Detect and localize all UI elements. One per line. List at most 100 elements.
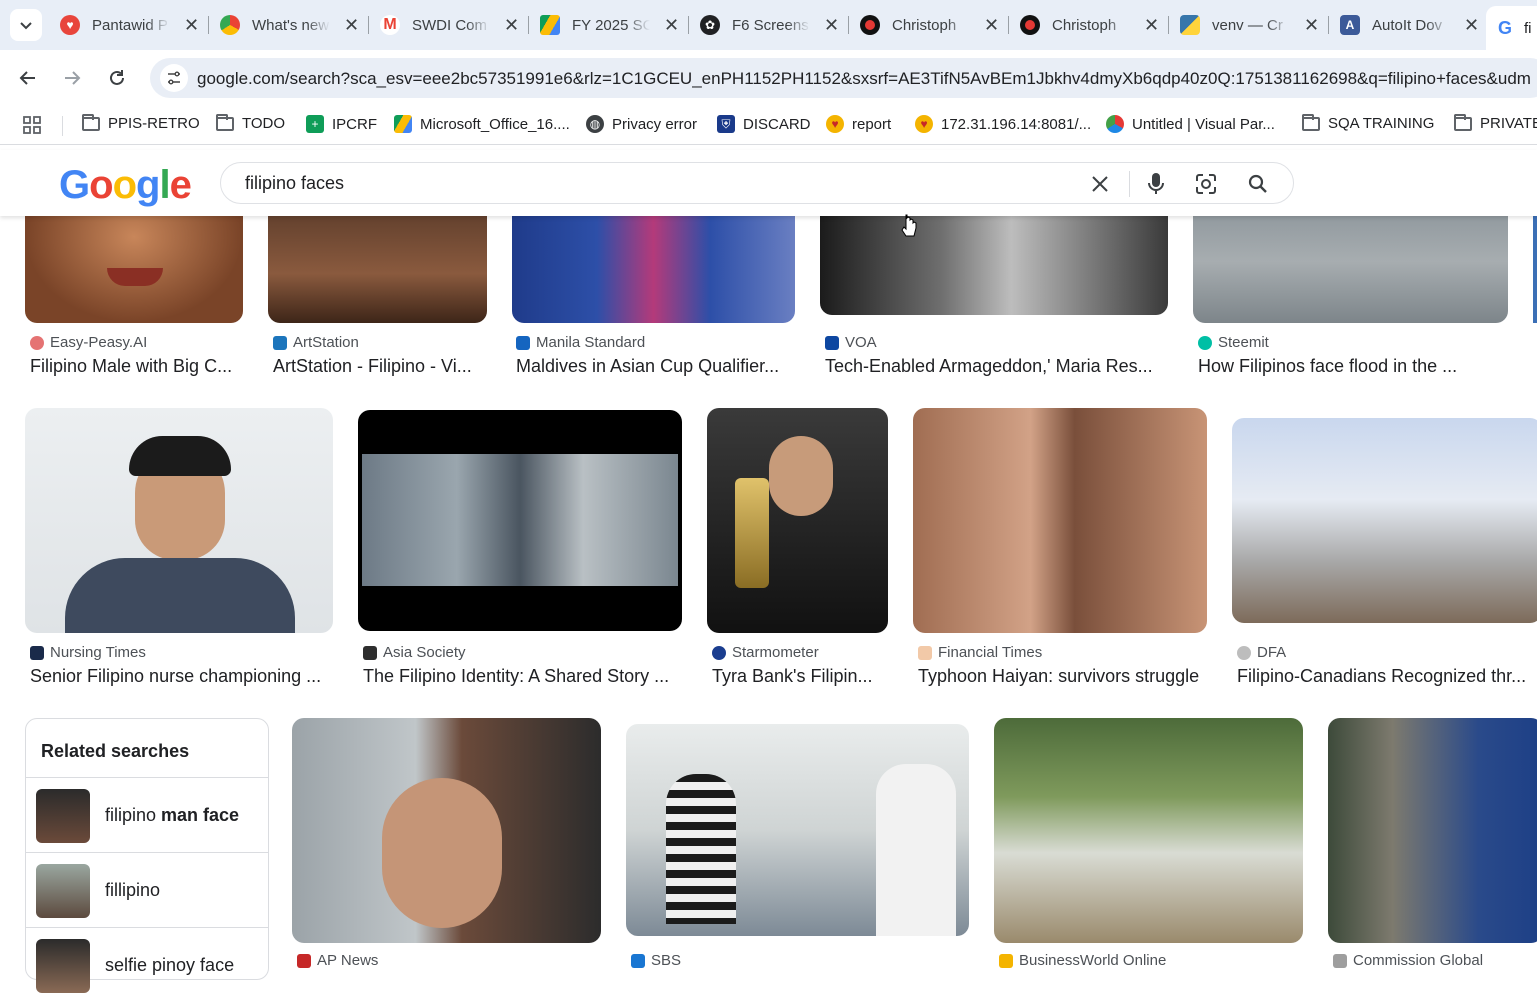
image-result[interactable] (512, 200, 795, 323)
close-icon[interactable]: ✕ (184, 15, 199, 36)
result-caption[interactable]: Tech-Enabled Armageddon,' Maria Res... (825, 356, 1170, 377)
result-source[interactable]: Steemit (1198, 334, 1269, 351)
result-source[interactable]: Asia Society (363, 644, 466, 661)
tab-title: FY 2025 SC (572, 16, 650, 34)
bookmark-privacy-error[interactable]: ◍ Privacy error (586, 115, 697, 133)
image-result[interactable] (913, 408, 1207, 633)
tab-5[interactable]: Christoph ✕ (860, 8, 1010, 42)
result-caption[interactable]: The Filipino Identity: A Shared Story ..… (363, 666, 683, 687)
close-icon[interactable]: ✕ (1144, 15, 1159, 36)
result-caption[interactable]: Tyra Bank's Filipin... (712, 666, 890, 687)
drive-icon (540, 15, 560, 35)
image-result[interactable] (292, 718, 601, 943)
address-bar[interactable]: google.com/search?sca_esv=eee2bc57351991… (150, 58, 1537, 98)
bookmark-microsoft-office[interactable]: Microsoft_Office_16.... (394, 115, 570, 133)
image-result[interactable] (1533, 200, 1537, 323)
tab-1[interactable]: What's new ✕ (220, 8, 370, 42)
close-icon[interactable]: ✕ (504, 15, 519, 36)
tab-title: Christoph (892, 16, 957, 34)
close-icon[interactable]: ✕ (1464, 15, 1479, 36)
bookmark-sqa-training[interactable]: SQA TRAINING (1302, 113, 1434, 132)
record-icon (1020, 15, 1040, 35)
related-search-item[interactable]: selfie pinoy face (26, 927, 268, 1003)
close-icon[interactable]: ✕ (664, 15, 679, 36)
image-search-button[interactable] (1193, 171, 1219, 197)
tab-7[interactable]: venv — Cr ✕ (1180, 8, 1330, 42)
bookmark-ipcrf[interactable]: + IPCRF (306, 115, 377, 133)
bookmark-visual-paradigm[interactable]: Untitled | Visual Par... (1106, 115, 1275, 133)
result-caption[interactable]: Maldives in Asian Cup Qualifier... (516, 356, 796, 377)
image-result[interactable] (707, 408, 888, 633)
result-caption[interactable]: How Filipinos face flood in the ... (1198, 356, 1508, 377)
tab-0[interactable]: ♥ Pantawid P ✕ (60, 8, 210, 42)
image-result[interactable] (25, 408, 333, 633)
close-icon[interactable]: ✕ (984, 15, 999, 36)
source-label: Manila Standard (536, 334, 646, 351)
clear-search-button[interactable] (1087, 171, 1113, 197)
result-source[interactable]: Easy-Peasy.AI (30, 334, 147, 351)
result-caption[interactable]: ArtStation - Filipino - Vi... (273, 356, 488, 377)
tab-8[interactable]: A AutoIt Dov ✕ (1340, 8, 1479, 42)
search-box[interactable]: filipino faces (220, 162, 1294, 204)
tab-4[interactable]: ✿ F6 Screens ✕ (700, 8, 850, 42)
image-result[interactable] (25, 200, 243, 323)
apps-button[interactable] (22, 115, 42, 135)
image-result[interactable] (1193, 200, 1508, 323)
related-search-item[interactable]: filipino man face (26, 777, 268, 853)
close-icon[interactable]: ✕ (824, 15, 839, 36)
related-search-item[interactable]: fillipino (26, 852, 268, 928)
image-result[interactable] (268, 200, 487, 323)
result-source[interactable]: Starmometer (712, 644, 819, 661)
image-result[interactable] (820, 200, 1168, 315)
tab-title: What's new (252, 16, 330, 34)
result-source[interactable]: Nursing Times (30, 644, 146, 661)
search-input[interactable]: filipino faces (245, 173, 344, 194)
bookmark-ip-address[interactable]: ♥ 172.31.196.14:8081/... (915, 115, 1091, 133)
google-icon: G (1498, 17, 1513, 38)
tab-title: venv — Cr (1212, 16, 1283, 34)
bookmark-report[interactable]: ♥ report (826, 115, 891, 133)
bookmark-private[interactable]: PRIVATE (1454, 113, 1537, 132)
bookmark-label: IPCRF (332, 115, 377, 133)
tab-6[interactable]: Christoph ✕ (1020, 8, 1170, 42)
result-caption[interactable]: Filipino Male with Big C... (30, 356, 245, 377)
tab-3[interactable]: FY 2025 SC ✕ (540, 8, 690, 42)
bookmark-label: PRIVATE (1480, 115, 1537, 132)
bookmark-label: DISCARD (743, 115, 811, 133)
tab-search-button[interactable] (10, 9, 42, 41)
image-result[interactable] (626, 724, 969, 936)
image-result[interactable] (1328, 718, 1537, 943)
bookmark-todo[interactable]: TODO (216, 113, 285, 132)
image-result[interactable] (994, 718, 1303, 943)
folder-icon (1454, 113, 1472, 131)
search-submit-button[interactable] (1245, 171, 1271, 197)
back-button[interactable] (14, 64, 42, 92)
site-icon (1237, 645, 1251, 660)
result-source[interactable]: VOA (825, 334, 877, 351)
reload-button[interactable] (103, 64, 131, 92)
reload-icon (110, 70, 124, 85)
result-source[interactable]: Financial Times (918, 644, 1042, 661)
google-logo[interactable]: Google (59, 163, 192, 208)
tab-2[interactable]: M SWDI Com ✕ (380, 8, 530, 42)
result-source[interactable]: DFA (1237, 644, 1286, 661)
result-caption[interactable]: Typhoon Haiyan: survivors struggle (918, 666, 1213, 687)
python-icon (1180, 15, 1200, 35)
forward-button[interactable] (58, 64, 86, 92)
result-source[interactable]: Manila Standard (516, 334, 645, 351)
close-icon[interactable]: ✕ (344, 15, 359, 36)
close-icon[interactable]: ✕ (1304, 15, 1319, 36)
tab-active[interactable]: G fi (1486, 6, 1537, 50)
bookmark-label: PPIS-RETRO (108, 115, 200, 132)
voice-search-button[interactable] (1143, 171, 1169, 197)
bookmark-discard[interactable]: ⛨ DISCARD (717, 115, 811, 133)
result-caption[interactable]: Senior Filipino nurse championing ... (30, 666, 335, 687)
image-result[interactable] (1232, 418, 1537, 623)
site-info-icon[interactable] (160, 64, 188, 92)
site-icon (712, 645, 726, 660)
bookmark-ppis-retro[interactable]: PPIS-RETRO (82, 113, 200, 132)
result-source[interactable]: ArtStation (273, 334, 359, 351)
result-caption[interactable]: Filipino-Canadians Recognized thr... (1237, 666, 1537, 687)
bookmark-label: Untitled | Visual Par... (1132, 115, 1275, 133)
image-result[interactable] (358, 410, 682, 631)
